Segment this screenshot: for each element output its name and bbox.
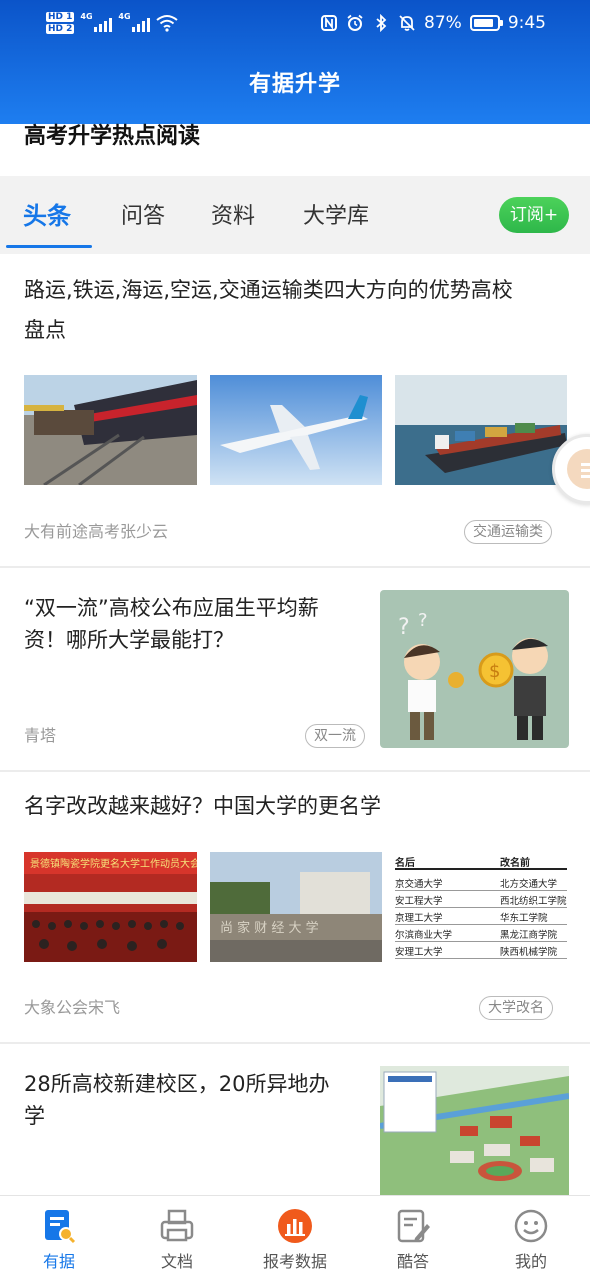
article-card[interactable]: 28所高校新建校区，20所异地办 学	[0, 1044, 590, 1196]
nav-label: 文档	[160, 1252, 193, 1271]
printer-doc-icon	[160, 1209, 194, 1242]
nav-item-kuda[interactable]: 酷答	[363, 1204, 463, 1274]
campus-map-image	[380, 1066, 569, 1196]
tab-qa[interactable]: 问答	[121, 198, 165, 230]
freight-train-photo	[24, 375, 197, 485]
alarm-icon	[347, 14, 363, 31]
svg-text:景德镇陶瓷学院更名大学工作动员大会: 景德镇陶瓷学院更名大学工作动员大会	[30, 857, 197, 870]
article-source: 大象公会宋飞	[24, 998, 121, 1017]
rename-old-name: 西北纺织工学院	[500, 896, 567, 907]
nav-item-report-data[interactable]: 报考数据	[245, 1204, 345, 1274]
signal-icon: 4G	[80, 12, 113, 32]
article-card[interactable]: “双一流”高校公布应届生平均薪 资！哪所大学最能打？ ? ? $ 青塔 双一流	[0, 568, 590, 770]
svg-text:?: ?	[398, 615, 410, 640]
rename-table-row: 安理工大学 陕西机械学院	[395, 942, 567, 959]
university-gate-photo: 尚 家 财 经 大 学	[210, 852, 382, 962]
rename-table-row: 京理工大学 华东工学院	[395, 908, 567, 925]
rename-table-row: 京交通大学 北方交通大学	[395, 874, 567, 891]
hd-badges: HD 1 HD 2	[46, 12, 75, 34]
article-title-line: 资！哪所大学最能打？	[24, 628, 234, 652]
article-tag[interactable]: 交通运输类	[464, 520, 552, 544]
article-title-line: 盘点	[24, 318, 66, 342]
network-type-2: 4G	[118, 12, 131, 21]
svg-text:尚 家 财 经 大 学: 尚 家 财 经 大 学	[220, 920, 319, 936]
rename-new-name: 安工程大学	[395, 896, 443, 907]
salary-cartoon-illustration: ? ? $	[380, 590, 569, 748]
section-title: 高考升学热点阅读	[24, 124, 201, 149]
rename-table-row: 安工程大学 西北纺织工学院	[395, 891, 567, 908]
rename-old-name: 陕西机械学院	[500, 947, 558, 958]
article-card[interactable]: 名字改改越来越好？中国大学的更名学 景德镇陶瓷学院更名大学工作动员大会 尚 家 …	[0, 772, 590, 1042]
wifi-icon	[156, 15, 179, 32]
edit-doc-icon	[397, 1209, 430, 1243]
clock: 9:45	[507, 13, 546, 33]
battery-percent: 87%	[424, 13, 462, 33]
network-type-1: 4G	[80, 12, 93, 21]
nav-item-mine[interactable]: 我的	[481, 1204, 581, 1274]
battery-fill	[473, 19, 493, 27]
hd2-badge: HD 2	[46, 24, 75, 34]
article-card[interactable]: 路运,铁运,海运,空运,交通运输类四大方向的优势高校 盘点 大有前途高考张少云 …	[0, 256, 590, 566]
tab-university-db[interactable]: 大学库	[303, 198, 369, 230]
article-title-line: 学	[24, 1104, 45, 1128]
rename-new-name: 京交通大学	[395, 879, 443, 890]
subscribe-button[interactable]: 订阅+	[499, 197, 569, 233]
nfc-icon	[321, 15, 338, 31]
menu-lines-icon	[567, 449, 590, 489]
rename-header-old: 改名前	[500, 858, 530, 869]
hd1-badge: HD 1	[46, 12, 75, 22]
rename-old-name: 黑龙江商学院	[500, 930, 558, 941]
page-title: 有据升学	[248, 72, 341, 97]
document-search-icon	[45, 1210, 76, 1244]
nav-item-docs[interactable]: 文档	[127, 1204, 227, 1274]
nav-label: 酷答	[396, 1252, 429, 1271]
airplane-photo	[210, 375, 382, 485]
battery-icon	[469, 15, 503, 31]
nav-label: 有据	[42, 1252, 75, 1271]
status-bar: HD 1 HD 2 4G 4G 87% 9:45	[0, 0, 590, 46]
article-title-line: 28所高校新建校区，20所异地办	[24, 1072, 330, 1096]
mute-bell-icon	[399, 15, 415, 31]
rename-old-name: 北方交通大学	[500, 879, 558, 890]
rename-header-new: 名后	[395, 858, 415, 869]
signal-icon-2: 4G	[118, 12, 151, 32]
article-title-line: 路运,铁运,海运,空运,交通运输类四大方向的优势高校	[24, 278, 513, 302]
article-title-line: 名字改改越来越好？中国大学的更名学	[24, 794, 381, 818]
active-tab-indicator	[6, 245, 92, 248]
nav-label: 报考数据	[262, 1252, 327, 1271]
rename-old-name: 华东工学院	[500, 913, 548, 924]
article-source: 大有前途高考张少云	[24, 522, 169, 541]
svg-text:$: $	[489, 661, 500, 682]
status-left: HD 1 HD 2 4G 4G	[46, 6, 179, 40]
app-root: HD 1 HD 2 4G 4G 87% 9:45 有据升学 高考升学热点阅读 头…	[0, 0, 590, 1278]
tab-headlines[interactable]: 头条	[23, 196, 71, 231]
tab-materials[interactable]: 资料	[211, 198, 255, 230]
article-tag[interactable]: 双一流	[305, 724, 365, 748]
rename-new-name: 安理工大学	[395, 947, 443, 958]
meeting-hall-photo: 景德镇陶瓷学院更名大学工作动员大会	[24, 852, 197, 962]
container-ship-photo	[395, 375, 567, 485]
smiley-user-icon	[514, 1209, 548, 1243]
app-header: HD 1 HD 2 4G 4G 87% 9:45 有据升学	[0, 0, 590, 124]
rename-table-row: 尔滨商业大学 黑龙江商学院	[395, 925, 567, 942]
rename-new-name: 京理工大学	[395, 913, 443, 924]
bottom-nav: 有据 文档 报考数据 酷答 我的	[0, 1195, 590, 1278]
status-right: 87% 9:45	[320, 9, 546, 37]
article-source: 青塔	[24, 726, 57, 745]
article-tag[interactable]: 大学改名	[479, 996, 553, 1020]
nav-label: 我的	[514, 1252, 547, 1271]
bluetooth-icon	[376, 14, 387, 32]
svg-text:?: ?	[418, 610, 428, 631]
nav-item-youju[interactable]: 有据	[9, 1204, 109, 1274]
bar-chart-circle-icon	[278, 1209, 312, 1243]
rename-table-image: 名后 改名前 京交通大学 北方交通大学安工程大学 西北纺织工学院京理工大学 华东工学院…	[395, 852, 567, 962]
rename-new-name: 尔滨商业大学	[395, 930, 453, 941]
